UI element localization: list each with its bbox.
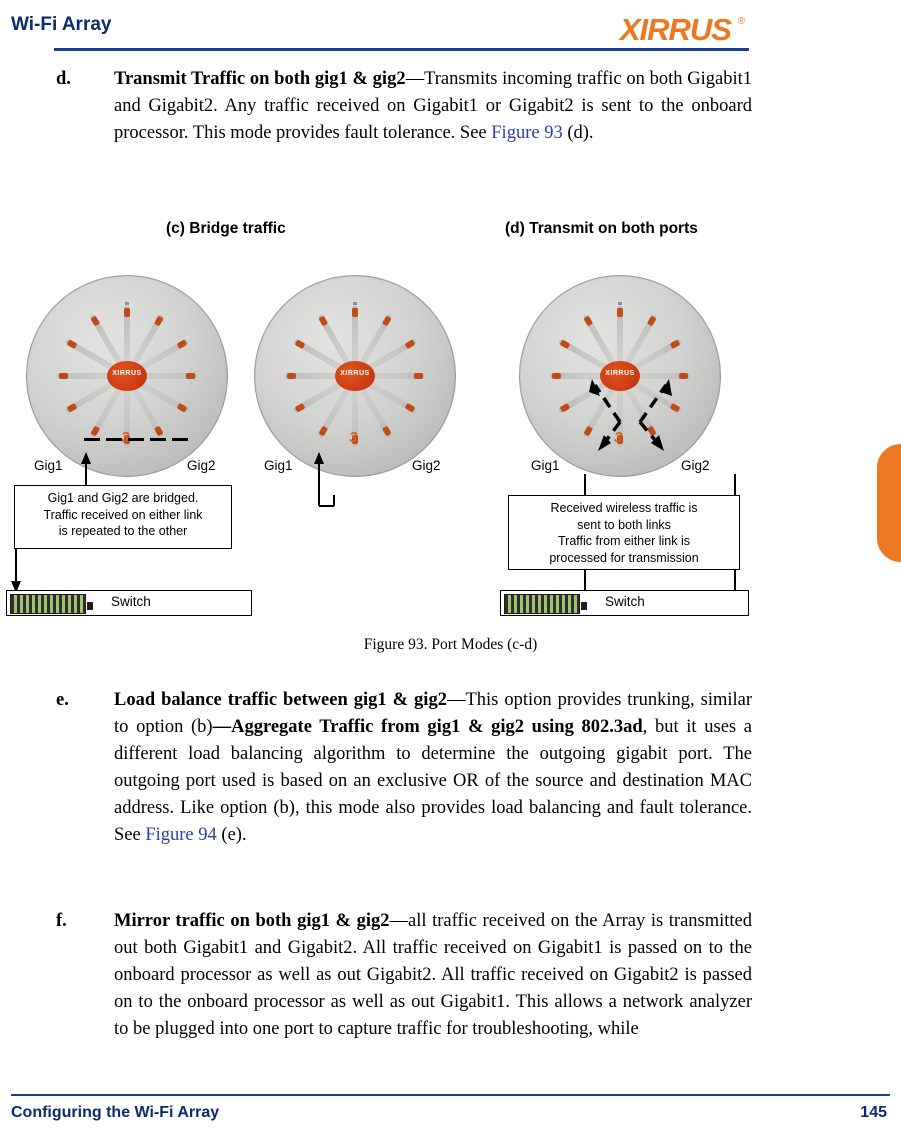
footer-page-number: 145 — [860, 1104, 887, 1121]
callout-bridge-traffic: Gig1 and Gig2 are bridged. Traffic recei… — [14, 485, 232, 549]
header-divider — [54, 48, 749, 51]
callout-c-line-2: Traffic received on either link — [43, 507, 203, 522]
switch-chip — [581, 602, 587, 610]
xirrus-logo: XIRRUS ® — [529, 12, 749, 47]
list-marker-d: d. — [56, 69, 71, 89]
callout-transmit-both: Received wireless traffic is sent to bot… — [508, 495, 740, 570]
paragraph-f: f. Mirror traffic on both gig1 & gig2—al… — [56, 908, 753, 1043]
footer-divider — [11, 1094, 890, 1096]
callout-c-line-1: Gig1 and Gig2 are bridged. — [47, 491, 199, 505]
figure-93: (c) Bridge traffic (d) Transmit on both … — [0, 210, 901, 660]
callout-d-line-1: Received wireless traffic is — [550, 501, 698, 515]
switch-label-d: Switch — [605, 594, 645, 609]
paragraph-f-text: Mirror traffic on both gig1 & gig2—all t… — [114, 911, 753, 1039]
switch-port-bank-left — [10, 594, 86, 614]
page-header: Wi-Fi Array XIRRUS ® — [0, 0, 901, 52]
registered-trademark-icon: ® — [737, 16, 745, 27]
callout-c-line-3: is repeated to the other — [58, 524, 188, 538]
list-marker-e: e. — [56, 690, 69, 710]
switch-chip — [87, 602, 93, 610]
paragraph-d: d. Transmit Traffic on both gig1 & gig2—… — [56, 66, 752, 147]
paragraph-e-text: Load balance traffic between gig1 & gig2… — [114, 690, 752, 845]
paragraph-e: e. Load balance traffic between gig1 & g… — [56, 687, 752, 849]
callout-d-line-2: sent to both links — [577, 517, 671, 532]
page-title: Wi-Fi Array — [11, 14, 112, 35]
switch-port-bank-left — [504, 594, 580, 614]
paragraph-d-text: Transmit Traffic on both gig1 & gig2—Tra… — [114, 69, 752, 143]
logo-wordmark: XIRRUS — [619, 12, 732, 47]
callout-d-line-3: Traffic from either link is — [558, 534, 690, 548]
switch-graphic-c: Switch — [6, 590, 252, 616]
page-edge-tab — [877, 444, 901, 562]
switch-graphic-d: Switch — [500, 590, 749, 616]
footer-section-title: Configuring the Wi-Fi Array — [11, 1104, 220, 1121]
switch-label-c: Switch — [111, 594, 151, 609]
list-marker-f: f. — [56, 911, 67, 931]
callout-d-line-4: processed for transmission — [549, 550, 699, 565]
figure-caption: Figure 93. Port Modes (c-d) — [363, 636, 538, 653]
